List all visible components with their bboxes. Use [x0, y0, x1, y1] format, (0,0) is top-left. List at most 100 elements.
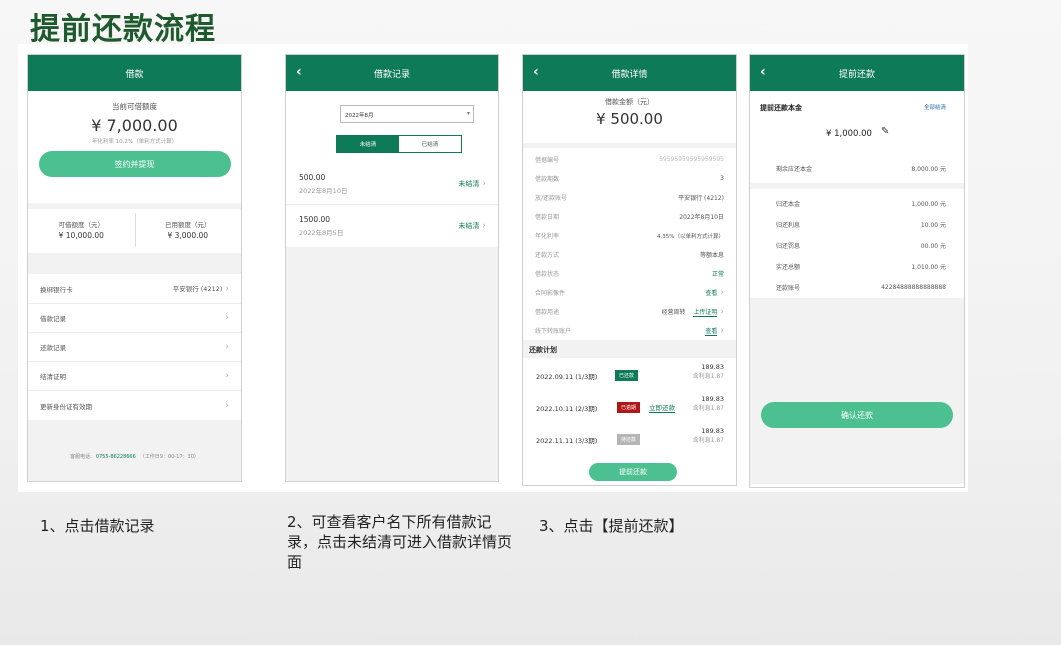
footer-service: 客服电话: 0755-86228666 （工作日9：00-17：30）: [28, 420, 241, 481]
prepay-button[interactable]: 提前还款: [589, 463, 677, 481]
plan-row: 2022.11.11 (3/3期) 待还款 189.83 含利息1.87: [536, 427, 724, 445]
limit-box: 可借额度（元） ¥ 10,000.00: [28, 209, 135, 253]
menu-item-change-card[interactable]: 换绑银行卡 平安银行 (4212) ›: [28, 274, 241, 304]
back-arrow-icon[interactable]: ‹: [296, 64, 302, 80]
header-title: 提前还款: [838, 69, 875, 80]
header-title: 借款: [125, 69, 144, 80]
limit-label: 可借额度（元）: [58, 221, 105, 229]
amount-input[interactable]: ¥ 1,000.00: [826, 129, 872, 139]
confirm-repay-button[interactable]: 确认还款: [761, 402, 953, 428]
dropdown-arrow-icon: ▾: [466, 110, 470, 117]
available-section: 当前可借额度 ¥ 7,000.00 年化利率 10.2%（单利方式计算） 签约并…: [28, 91, 241, 203]
detail-row-contract[interactable]: 合同影像件 查看 ›: [523, 283, 736, 302]
amount-section: 借款金额（元） ¥ 500.00: [523, 91, 736, 143]
record-item[interactable]: 500.00 2022年8月10日 未结清 ›: [286, 163, 498, 205]
chevron-right-icon: ›: [720, 287, 724, 298]
record-status: 未结清 ›: [458, 179, 486, 189]
used-value: ¥ 3,000.00: [167, 231, 209, 240]
chevron-right-icon: ›: [225, 400, 229, 411]
remaining-label: 剩余应还本金: [776, 166, 813, 173]
plan-row: 2022.09.11 (1/3期) 已还款 189.83 含利息1.87: [536, 363, 724, 381]
used-box: 已用额度（元） ¥ 3,000.00: [135, 209, 242, 253]
principal-title: 提前还款本金: [760, 104, 802, 112]
year-select[interactable]: 2022年8月 ▾: [340, 105, 474, 123]
limit-value: ¥ 10,000.00: [58, 231, 104, 240]
record-status: 未结清 ›: [458, 221, 486, 231]
edit-pencil-icon[interactable]: ✎: [881, 126, 889, 137]
breakdown-row: 归还罚息 00.00 元: [776, 243, 946, 250]
slide-title: 提前还款流程: [30, 12, 216, 47]
chevron-right-icon: ›: [720, 306, 724, 317]
chevron-right-icon: ›: [482, 221, 486, 231]
detail-row: 年化利率 4.35%（以单利方式计算）: [535, 233, 724, 240]
status-badge: 正常: [711, 271, 724, 278]
menu-item-update-id[interactable]: 更新身份证有效期 ›: [28, 391, 241, 420]
used-label: 已用额度（元）: [165, 221, 211, 229]
plan-row: 2022.10.11 (2/3期) 已逾期 立即还款 189.83 含利息1.8…: [536, 395, 724, 413]
service-phone-link[interactable]: 0755-86228666: [96, 454, 136, 460]
caption-step2: 2、可查看客户名下所有借款记录，点击未结清可进入借款详情页面: [287, 513, 513, 571]
tab-settled[interactable]: 已结清: [399, 136, 461, 152]
chevron-right-icon: ›: [225, 313, 229, 323]
divider: [135, 213, 136, 247]
sign-withdraw-button[interactable]: 签约并提现: [38, 151, 231, 177]
detail-row: 借据编号 59595959595959595: [535, 156, 724, 164]
menu-item-repay-records[interactable]: 还款记录 ›: [28, 333, 241, 362]
screen-loan-detail: ‹ 借款详情 借款金额（元） ¥ 500.00 借据编号 59595959595…: [522, 54, 737, 486]
view-link: 查看: [705, 327, 718, 336]
screen-loan-home: 借款 当前可借额度 ¥ 7,000.00 年化利率 10.2%（单利方式计算） …: [27, 54, 242, 482]
detail-row: 借款期数 3: [535, 175, 724, 183]
principal-section: 提前还款本金 全部结清 ¥ 1,000.00 ✎ 剩余应还本金 8,000.00…: [750, 91, 964, 183]
available-amount: ¥ 7,000.00: [91, 116, 178, 135]
amount-value: ¥ 500.00: [596, 110, 663, 128]
screen-prepayment: ‹ 提前还款 提前还款本金 全部结清 ¥ 1,000.00 ✎ 剩余应还本金 8…: [749, 54, 965, 488]
remaining-value: 8,000.00 元: [911, 166, 946, 173]
breakdown-row: 还款账号 42284888888888888: [776, 284, 946, 292]
record-amount: 1500.00: [299, 215, 331, 224]
breakdown-row: 归还利息 10.00 元: [776, 222, 946, 229]
menu-item-loan-records[interactable]: 借款记录 ›: [28, 304, 241, 333]
detail-row: 还款方式 等额本息: [535, 252, 724, 259]
detail-row: 放/还款账号 平安银行 (4212): [535, 195, 724, 202]
limit-section: 可借额度（元） ¥ 10,000.00 已用额度（元） ¥ 3,000.00: [28, 209, 241, 253]
menu-label: 换绑银行卡: [40, 285, 73, 294]
chevron-right-icon: ›: [225, 284, 229, 294]
record-amount: 500.00: [299, 173, 326, 182]
status-badge: 已还款: [615, 370, 639, 381]
record-date: 2022年8月10日: [299, 187, 348, 195]
chevron-right-icon: ›: [720, 325, 724, 336]
menu-label: 还款记录: [40, 344, 66, 352]
upload-proof-link[interactable]: 上传证明: [693, 308, 718, 317]
menu-label: 结清证明: [40, 373, 66, 381]
chevron-right-icon: ›: [225, 342, 229, 352]
header-bar: ‹ 借款记录: [286, 55, 498, 91]
available-label: 当前可借额度: [112, 102, 157, 111]
back-arrow-icon[interactable]: ‹: [533, 64, 539, 80]
amount-label: 借款金额（元）: [605, 98, 654, 106]
caption-step3: 3、点击【提前还款】: [539, 517, 684, 535]
detail-row-transfer[interactable]: 线下转账账户 查看 ›: [523, 321, 736, 340]
tab-unsettled[interactable]: 未结清: [337, 136, 399, 152]
view-link: 查看: [705, 289, 718, 297]
detail-row-purpose: 借款用途 经营周转 上传证明 ›: [535, 306, 724, 317]
menu-item-settlement-proof[interactable]: 结清证明 ›: [28, 362, 241, 391]
rate-note: 年化利率 10.2%（单利方式计算）: [91, 139, 178, 145]
breakdown-list: 归还本金 1,000.00 元 归还利息 10.00 元 归还罚息 00.00 元 实…: [750, 189, 964, 298]
repay-plan: 2022.09.11 (1/3期) 已还款 189.83 含利息1.87 202…: [523, 358, 736, 454]
full-settle-link[interactable]: 全部结清: [924, 103, 946, 111]
filter-section: 2022年8月 ▾ 未结清 已结清: [286, 91, 498, 163]
breakdown-row: 归还本金 1,000.00 元: [776, 201, 946, 208]
breakdown-row: 实还总额 1,010.00 元: [776, 264, 946, 271]
chevron-right-icon: ›: [482, 179, 486, 189]
repay-now-link[interactable]: 立即还款: [649, 402, 675, 413]
status-tabs: 未结清 已结清: [336, 135, 462, 153]
header-bar: ‹ 提前还款: [750, 55, 964, 91]
back-arrow-icon[interactable]: ‹: [760, 64, 766, 80]
plan-title: 还款计划: [523, 340, 736, 358]
record-item[interactable]: 1500.00 2022年8月5日 未结清 ›: [286, 205, 498, 247]
detail-row: 借款日期 2022年8月10日: [535, 214, 724, 221]
header-title: 借款记录: [373, 69, 410, 80]
header-title: 借款详情: [611, 69, 648, 80]
detail-list: 借据编号 59595959595959595 借款期数 3 放/还款账号 平安银…: [523, 148, 736, 340]
screen-loan-records: ‹ 借款记录 2022年8月 ▾ 未结清 已结清 500.00 2022年8月1…: [285, 54, 499, 482]
